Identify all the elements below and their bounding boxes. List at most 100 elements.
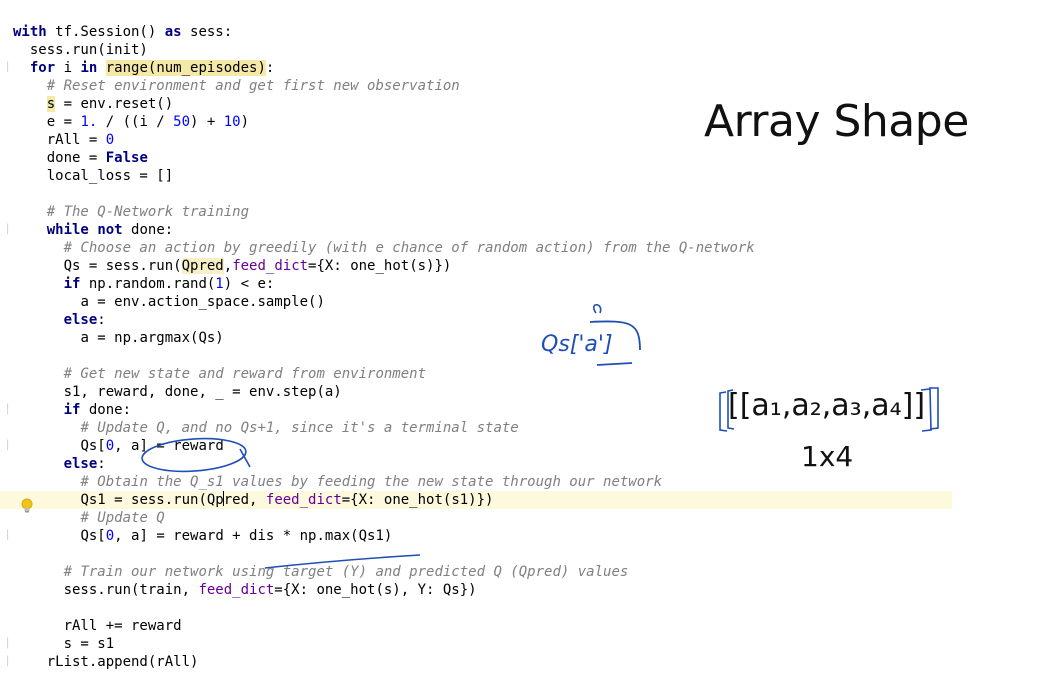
code-token: feed_dict: [265, 492, 342, 508]
code-line[interactable]: a = np.argmax(Qs): [13, 329, 224, 347]
code-token: if: [63, 276, 81, 292]
code-line[interactable]: else:: [13, 311, 106, 329]
code-line[interactable]: # Obtain the Q_s1 values by feeding the …: [13, 473, 662, 491]
code-line[interactable]: done = False: [13, 149, 148, 167]
array-shape-title: Array Shape: [704, 96, 969, 147]
code-token: Qs[: [80, 528, 106, 544]
fold-marker-icon[interactable]: │: [5, 527, 10, 545]
code-token: :: [265, 60, 275, 76]
code-line[interactable]: else:: [13, 455, 106, 473]
fold-marker-icon[interactable]: │: [5, 653, 10, 671]
code-line[interactable]: Qs[0, a] = reward + dis * np.max(Qs1): [13, 527, 392, 545]
code-token: s = s1: [63, 636, 115, 652]
code-token: with: [13, 24, 47, 40]
code-line[interactable]: Qs1 = sess.run(Qpred, feed_dict={X: one_…: [0, 491, 952, 509]
code-token: 50: [173, 114, 191, 130]
code-token: if: [63, 402, 81, 418]
code-line[interactable]: # Train our network using target (Y) and…: [13, 563, 629, 581]
code-line[interactable]: # The Q-Network training: [13, 203, 249, 221]
code-token: a = env.action_space.sample(): [80, 294, 325, 310]
code-token: sess.run(init): [29, 42, 148, 58]
code-token: in: [80, 60, 98, 76]
code-token: / ((i /: [97, 114, 174, 130]
code-line[interactable]: # Choose an action by greedily (with e c…: [13, 239, 755, 257]
code-line[interactable]: a = env.action_space.sample(): [13, 293, 325, 311]
code-token: # Choose an action by greedily (with e c…: [63, 240, 755, 256]
code-token: while: [46, 222, 89, 238]
code-token: done:: [122, 222, 174, 238]
code-token: feed_dict: [198, 582, 275, 598]
code-token: 0: [105, 438, 115, 454]
fold-marker-icon[interactable]: │: [5, 437, 10, 455]
array-notation: [[a₁,a₂,a₃,a₄]]: [728, 388, 926, 423]
code-token: rAll += reward: [63, 618, 182, 634]
code-token: Qs[: [80, 438, 106, 454]
code-token: red: [223, 492, 250, 508]
code-line[interactable]: if done:: [13, 401, 131, 419]
code-token: ): [240, 114, 250, 130]
code-token: 1.: [80, 114, 98, 130]
code-token: ,: [223, 258, 233, 274]
code-token: ) +: [190, 114, 224, 130]
code-token: ={X: one_hot(s1)}): [341, 492, 494, 508]
code-token: Qs1 = sess.run(Qp: [80, 492, 224, 508]
code-token: range(num_episodes): [105, 60, 266, 76]
code-token: local_loss = []: [46, 168, 174, 184]
fold-marker-icon[interactable]: │: [5, 635, 10, 653]
code-token: ) < e:: [223, 276, 275, 292]
code-line[interactable]: rList.append(rAll): [13, 653, 199, 671]
code-line[interactable]: # Reset environment and get first new ob…: [13, 77, 460, 95]
code-line[interactable]: e = 1. / ((i / 50) + 10): [13, 113, 249, 131]
code-line[interactable]: s = s1: [13, 635, 115, 653]
fold-marker-icon[interactable]: │: [5, 221, 10, 239]
code-token: a = np.argmax(Qs): [80, 330, 224, 346]
code-line[interactable]: sess.run(init): [13, 41, 148, 59]
code-token: rAll =: [46, 132, 106, 148]
code-token: :: [97, 456, 106, 472]
lightbulb-icon[interactable]: [20, 498, 34, 514]
code-line[interactable]: with tf.Session() as sess:: [13, 23, 232, 41]
code-token: np.random.rand(: [80, 276, 216, 292]
code-token: # Get new state and reward from environm…: [63, 366, 427, 382]
code-token: ={X: one_hot(s)}): [308, 258, 452, 274]
code-line[interactable]: if np.random.rand(1) < e:: [13, 275, 275, 293]
code-token: = env.reset(): [55, 96, 174, 112]
code-token: rList.append(rAll): [46, 654, 199, 670]
code-line[interactable]: # Get new state and reward from environm…: [13, 365, 426, 383]
code-token: Qs = sess.run(: [63, 258, 182, 274]
code-line[interactable]: while not done:: [13, 221, 173, 239]
code-token: 0: [105, 528, 115, 544]
code-line[interactable]: sess.run(train, feed_dict={X: one_hot(s)…: [13, 581, 477, 599]
code-line[interactable]: rAll += reward: [13, 617, 182, 635]
code-line[interactable]: rAll = 0: [13, 131, 114, 149]
code-token: done =: [46, 150, 106, 166]
editor-gutter: │ │ │ │ │ │ │: [0, 0, 14, 695]
fold-marker-icon[interactable]: │: [5, 59, 10, 77]
code-token: 0: [105, 132, 115, 148]
code-token: 1: [215, 276, 224, 292]
code-token: 10: [223, 114, 241, 130]
code-line[interactable]: s = env.reset(): [13, 95, 173, 113]
code-line[interactable]: s1, reward, done, _ = env.step(a): [13, 383, 342, 401]
code-token: not: [97, 222, 123, 238]
array-dimensions: 1x4: [801, 440, 854, 473]
code-line[interactable]: for i in range(num_episodes):: [13, 59, 274, 77]
code-token: # The Q-Network training: [46, 204, 250, 220]
code-token: s: [46, 96, 56, 112]
code-line[interactable]: # Update Q: [13, 509, 164, 527]
code-token: # Reset environment and get first new ob…: [46, 78, 460, 94]
code-token: feed_dict: [232, 258, 309, 274]
fold-marker-icon[interactable]: │: [5, 401, 10, 419]
code-token: sess:: [181, 24, 233, 40]
code-line[interactable]: # Update Q, and no Qs+1, since it's a te…: [13, 419, 518, 437]
code-line[interactable]: Qs[0, a] = reward: [13, 437, 223, 455]
code-token: False: [105, 150, 148, 166]
code-line[interactable]: local_loss = []: [13, 167, 173, 185]
code-line[interactable]: Qs = sess.run(Qpred,feed_dict={X: one_ho…: [13, 257, 451, 275]
code-token: e =: [46, 114, 81, 130]
code-token: done:: [80, 402, 132, 418]
code-token: ,: [249, 492, 266, 508]
code-token: else: [63, 312, 98, 328]
code-token: , a] = reward + dis * np.max(Qs1): [114, 528, 393, 544]
